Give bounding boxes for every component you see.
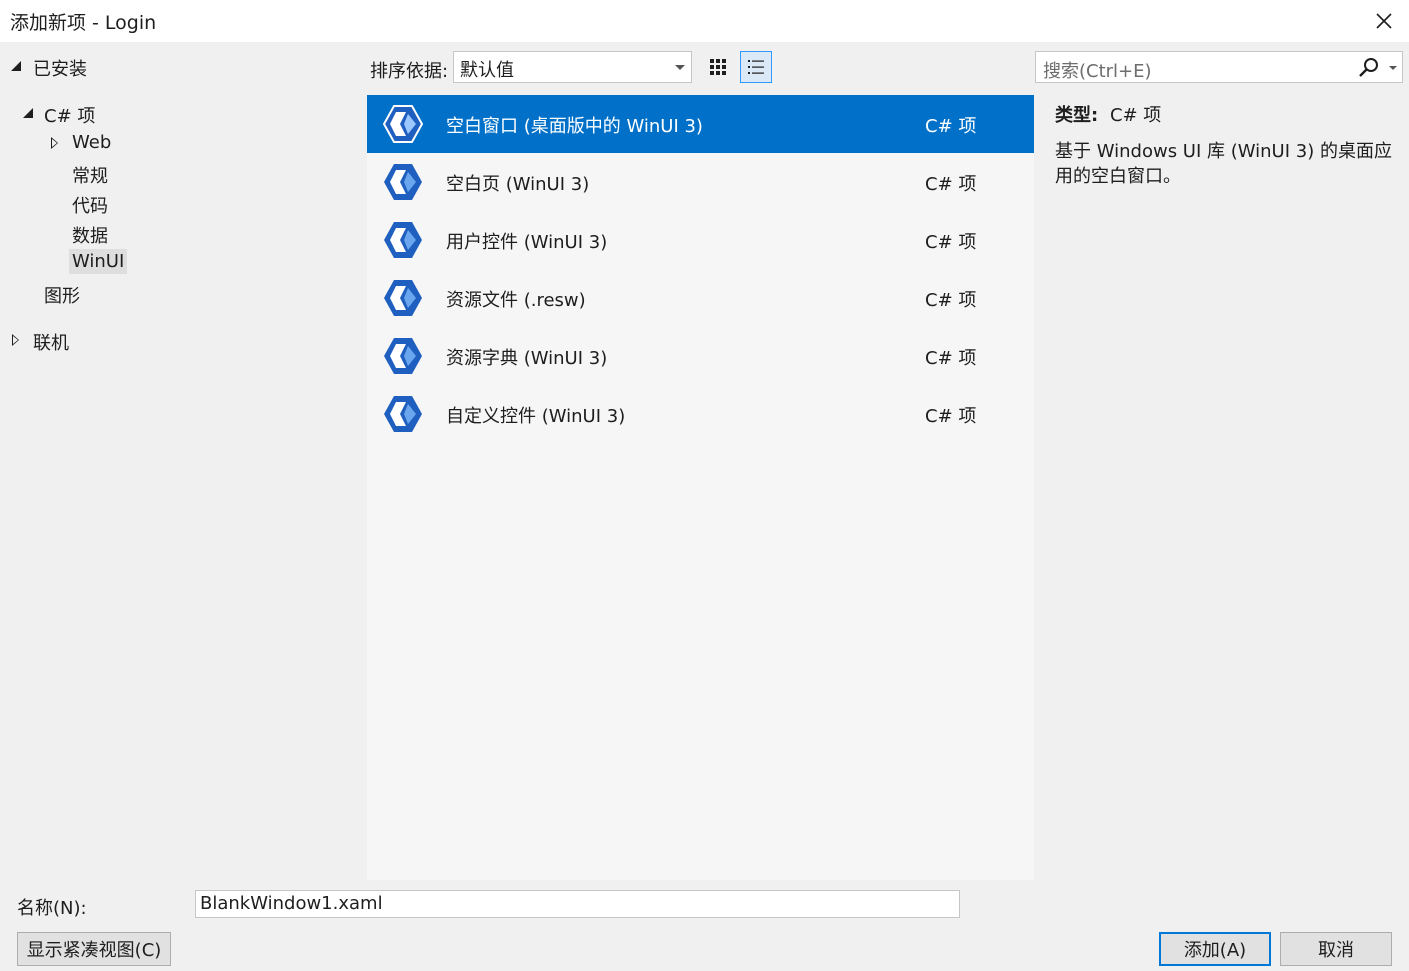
template-row[interactable]: 空白页 (WinUI 3) C# 项 — [367, 153, 1034, 211]
tree-item-graphics[interactable]: 图形 — [44, 282, 80, 308]
list-view-icon — [748, 60, 764, 74]
winui-template-icon — [384, 164, 422, 200]
template-row[interactable]: 用户控件 (WinUI 3) C# 项 — [367, 211, 1034, 269]
name-label: 名称(N): — [17, 898, 87, 919]
close-button[interactable] — [1369, 6, 1399, 36]
template-row[interactable]: 空白窗口 (桌面版中的 WinUI 3) C# 项 — [367, 95, 1034, 153]
sort-label: 排序依据: — [370, 61, 449, 82]
winui-template-icon — [384, 222, 422, 258]
compact-view-button[interactable]: 显示紧凑视图(C) — [17, 932, 171, 966]
template-name: 空白窗口 (桌面版中的 WinUI 3) — [446, 116, 703, 137]
template-row[interactable]: 自定义控件 (WinUI 3) C# 项 — [367, 385, 1034, 443]
detail-type-value: C# 项 — [1109, 105, 1162, 126]
template-row[interactable]: 资源字典 (WinUI 3) C# 项 — [367, 327, 1034, 385]
tree-item-web[interactable]: Web — [72, 132, 111, 153]
detail-description: 基于 Windows UI 库 (WinUI 3) 的桌面应用的空白窗口。 — [1055, 141, 1392, 187]
name-field[interactable]: BlankWindow1.xaml — [195, 890, 960, 918]
template-type: C# 项 — [925, 174, 977, 195]
template-type: C# 项 — [925, 348, 977, 369]
template-row[interactable]: 资源文件 (.resw) C# 项 — [367, 269, 1034, 327]
detail-type-label: 类型: — [1055, 105, 1099, 126]
template-name: 空白页 (WinUI 3) — [446, 174, 590, 195]
winui-template-icon — [384, 338, 422, 374]
template-type: C# 项 — [925, 290, 977, 311]
tree-item-online[interactable]: 联机 — [33, 329, 69, 355]
grid-view-button[interactable] — [702, 51, 734, 83]
detail-type-line: 类型: C# 项 — [1055, 101, 1395, 127]
search-input[interactable]: 搜索(Ctrl+E) — [1035, 51, 1403, 83]
template-type: C# 项 — [925, 116, 977, 137]
category-tree: 已安装 C# 项 Web 常规 代码 数据 WinUI 图形 联机 — [0, 42, 365, 880]
tree-item-winui[interactable]: WinUI — [69, 249, 128, 274]
tree-item-data[interactable]: 数据 — [72, 222, 108, 248]
sort-value: 默认值 — [460, 60, 514, 81]
winui-template-icon — [384, 280, 422, 316]
template-name: 用户控件 (WinUI 3) — [446, 232, 608, 253]
details-panel: 类型: C# 项 基于 Windows UI 库 (WinUI 3) 的桌面应用… — [1055, 101, 1395, 189]
tree-item-csharp[interactable]: C# 项 — [44, 102, 95, 128]
tree-item-installed[interactable]: 已安装 — [33, 55, 87, 81]
template-name: 自定义控件 (WinUI 3) — [446, 406, 626, 427]
sort-dropdown[interactable]: 默认值 — [453, 51, 692, 83]
template-type: C# 项 — [925, 406, 977, 427]
title-bar: 添加新项 - Login — [0, 0, 1409, 42]
tree-item-general[interactable]: 常规 — [72, 162, 108, 188]
close-icon — [1376, 13, 1392, 29]
winui-template-icon — [384, 396, 422, 432]
chevron-down-icon[interactable] — [1389, 66, 1397, 70]
add-button[interactable]: 添加(A) — [1159, 932, 1271, 966]
template-name: 资源文件 (.resw) — [446, 290, 586, 311]
expand-arrow-icon[interactable] — [11, 61, 21, 71]
template-type: C# 项 — [925, 232, 977, 253]
search-icon[interactable] — [1358, 57, 1380, 79]
list-view-button[interactable] — [740, 51, 772, 83]
grid-view-icon — [710, 59, 726, 75]
search-placeholder: 搜索(Ctrl+E) — [1043, 61, 1152, 82]
chevron-down-icon — [675, 65, 685, 70]
template-name: 资源字典 (WinUI 3) — [446, 348, 608, 369]
winui-template-icon — [382, 105, 424, 143]
window-title: 添加新项 - Login — [10, 12, 157, 34]
template-list: 空白窗口 (桌面版中的 WinUI 3) C# 项 空白页 (WinUI 3) … — [367, 95, 1034, 880]
cancel-button[interactable]: 取消 — [1280, 932, 1392, 966]
tree-item-code[interactable]: 代码 — [72, 192, 108, 218]
collapse-arrow-icon[interactable] — [12, 334, 19, 346]
expand-arrow-icon[interactable] — [23, 108, 33, 118]
collapse-arrow-icon[interactable] — [51, 137, 58, 149]
